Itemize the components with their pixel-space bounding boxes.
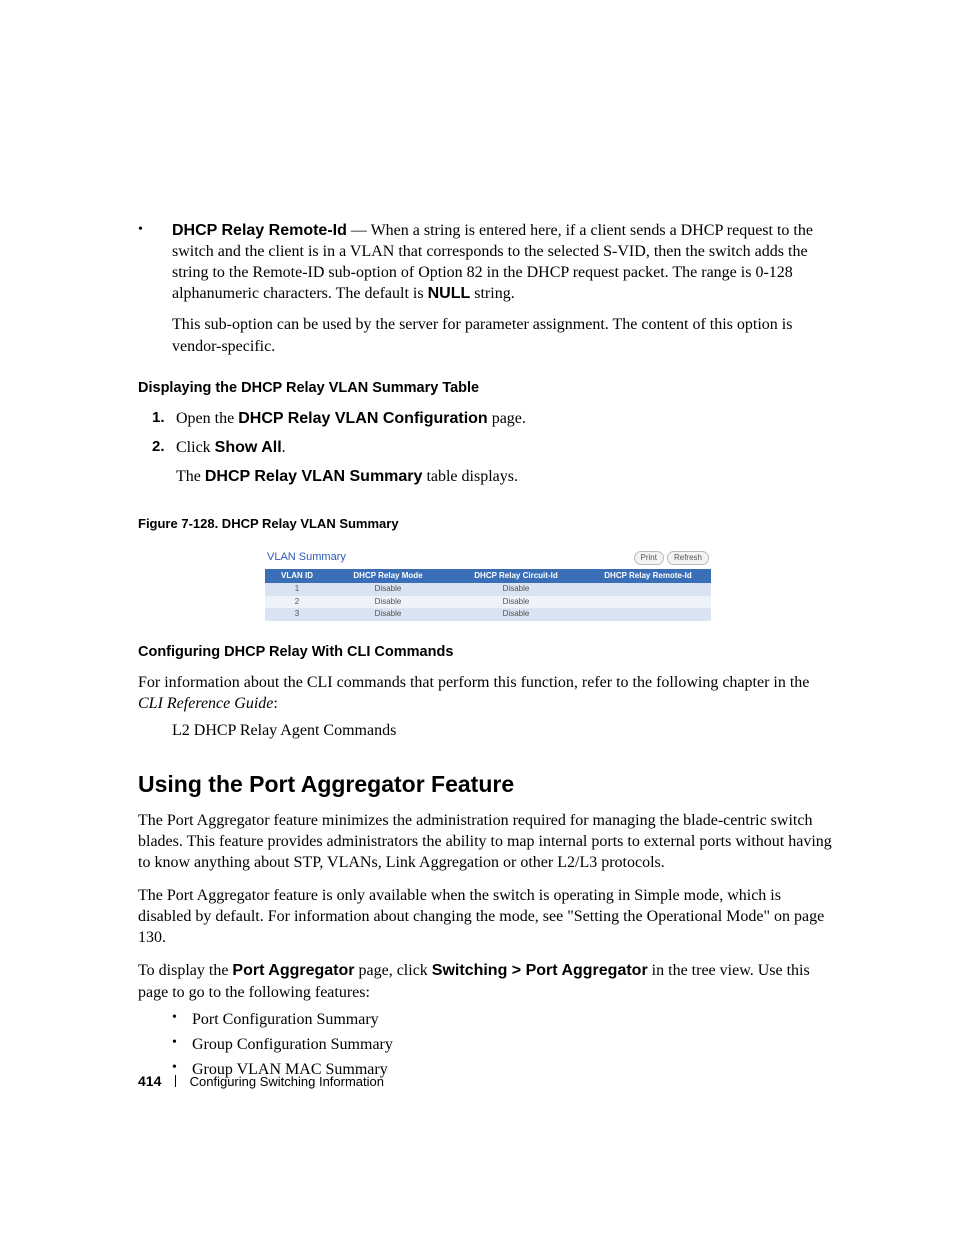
pa3-bold1: Port Aggregator [232, 962, 354, 979]
cell: Disable [447, 583, 585, 596]
bullet-sub-paragraph: This sub-option can be used by the serve… [172, 314, 834, 356]
table-row: 1 Disable Disable [265, 583, 711, 596]
footer-separator [175, 1075, 176, 1087]
cell: Disable [329, 608, 447, 621]
cli-chapter-ref: L2 DHCP Relay Agent Commands [172, 720, 834, 741]
chapter-name: Configuring Switching Information [190, 1074, 384, 1089]
pa-paragraph-1: The Port Aggregator feature minimizes th… [138, 810, 834, 873]
table-row: 3 Disable Disable [265, 608, 711, 621]
bullet-tail: string. [470, 285, 514, 302]
table-row: 2 Disable Disable [265, 596, 711, 609]
col-vlan-id: VLAN ID [265, 569, 329, 584]
list-item: Port Configuration Summary [172, 1009, 834, 1030]
pa3-mid: page, click [355, 962, 432, 979]
cell: Disable [329, 583, 447, 596]
step1-pre: Open the [176, 410, 238, 427]
cli-pre: For information about the CLI commands t… [138, 674, 809, 691]
cell: 3 [265, 608, 329, 621]
cli-post: : [273, 695, 277, 712]
step2-after-post: table displays. [422, 468, 518, 485]
heading-port-aggregator: Using the Port Aggregator Feature [138, 769, 834, 799]
cell [585, 608, 711, 621]
step2-result: The DHCP Relay VLAN Summary table displa… [176, 466, 834, 487]
step1-bold: DHCP Relay VLAN Configuration [238, 410, 488, 427]
step2-post: . [282, 439, 286, 456]
heading-displaying-summary: Displaying the DHCP Relay VLAN Summary T… [138, 379, 834, 398]
bullet-dot: • [138, 220, 172, 304]
step1-post: page. [488, 410, 526, 427]
col-remote-id: DHCP Relay Remote-Id [585, 569, 711, 584]
step-content: Open the DHCP Relay VLAN Configuration p… [176, 408, 834, 429]
step-2: 2. Click Show All. [152, 437, 834, 458]
dhcp-relay-remote-id-bullet: • DHCP Relay Remote-Id — When a string i… [138, 220, 834, 304]
bullet-content: DHCP Relay Remote-Id — When a string is … [172, 220, 834, 304]
cell: Disable [329, 596, 447, 609]
step-content: Click Show All. [176, 437, 834, 458]
print-button[interactable]: Print [634, 551, 664, 565]
vlan-summary-table: VLAN ID DHCP Relay Mode DHCP Relay Circu… [265, 569, 711, 621]
cell: Disable [447, 608, 585, 621]
pa3-pre: To display the [138, 962, 232, 979]
cli-paragraph: For information about the CLI commands t… [138, 672, 834, 714]
cell: 1 [265, 583, 329, 596]
refresh-button[interactable]: Refresh [667, 551, 709, 565]
bullet-dash: — [347, 222, 371, 239]
pa3-bold2: Switching > Port Aggregator [432, 962, 648, 979]
vlan-summary-figure: VLAN Summary Print Refresh VLAN ID DHCP … [259, 546, 713, 621]
page-number: 414 [138, 1073, 161, 1089]
step-1: 1. Open the DHCP Relay VLAN Configuratio… [152, 408, 834, 429]
page-footer: 414 Configuring Switching Information [138, 1072, 384, 1090]
col-relay-mode: DHCP Relay Mode [329, 569, 447, 584]
figure-caption: Figure 7-128. DHCP Relay VLAN Summary [138, 515, 834, 532]
cell [585, 583, 711, 596]
step2-after-bold: DHCP Relay VLAN Summary [205, 468, 423, 485]
heading-cli: Configuring DHCP Relay With CLI Commands [138, 643, 834, 662]
cell: Disable [447, 596, 585, 609]
bullet-bold-tail: NULL [428, 285, 471, 302]
step2-pre: Click [176, 439, 215, 456]
pa-paragraph-2: The Port Aggregator feature is only avai… [138, 885, 834, 948]
bullet-label: DHCP Relay Remote-Id [172, 222, 347, 239]
cli-book-title: CLI Reference Guide [138, 695, 273, 712]
col-circuit-id: DHCP Relay Circuit-Id [447, 569, 585, 584]
step2-after-pre: The [176, 468, 205, 485]
step2-bold: Show All [215, 439, 282, 456]
step-number: 1. [152, 408, 176, 429]
list-item: Group Configuration Summary [172, 1034, 834, 1055]
cell: 2 [265, 596, 329, 609]
cell [585, 596, 711, 609]
figure-title: VLAN Summary [267, 550, 346, 565]
step-number: 2. [152, 437, 176, 458]
pa-paragraph-3: To display the Port Aggregator page, cli… [138, 960, 834, 1002]
